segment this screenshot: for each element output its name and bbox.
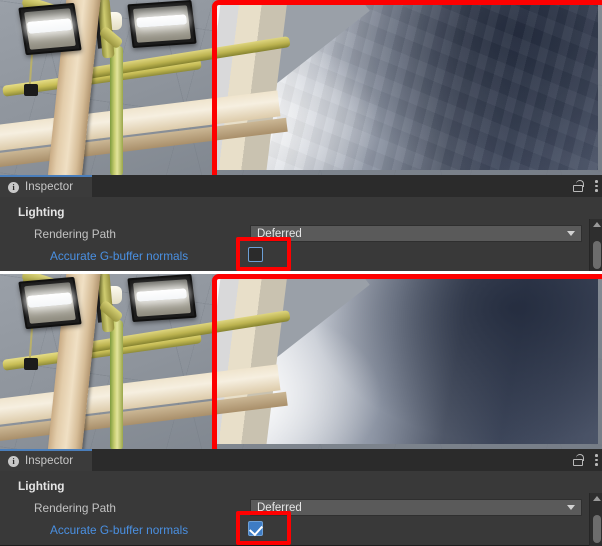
scene-viewport-off[interactable] [0, 0, 602, 175]
kebab-menu-icon[interactable] [595, 454, 598, 466]
inspector-scrollbar[interactable] [589, 493, 602, 546]
inspector-body: Lighting Rendering Path Deferred Accurat… [0, 471, 602, 546]
lighting-section-header: Lighting [0, 201, 602, 223]
lock-open-icon[interactable] [573, 180, 584, 192]
light-small-box [24, 358, 38, 370]
kebab-dot [595, 184, 598, 188]
info-icon: i [8, 181, 19, 193]
tab-inspector[interactable]: i Inspector [0, 175, 92, 197]
accurate-gbuffer-normals-checkbox[interactable] [248, 247, 263, 262]
lock-body [573, 185, 583, 192]
accurate-gbuffer-normals-label: Accurate G-buffer normals [50, 523, 189, 537]
scroll-up-arrow-icon[interactable] [593, 222, 601, 227]
light-fixture-right [127, 0, 197, 49]
row-accurate-gbuffer-normals: Accurate G-buffer normals [0, 245, 602, 267]
inspector-panel-on: i Inspector Lighting Rendering Path Defe… [0, 449, 602, 546]
checkmark-icon [249, 521, 263, 537]
chevron-down-icon [567, 231, 575, 236]
section-title: Lighting [18, 479, 65, 493]
rendering-path-label: Rendering Path [34, 501, 116, 515]
row-rendering-path: Rendering Path Deferred [0, 497, 602, 519]
comparison-block-on: i Inspector Lighting Rendering Path Defe… [0, 274, 602, 546]
dropdown-value: Deferred [257, 501, 302, 514]
rendering-path-dropdown[interactable]: Deferred [250, 225, 582, 242]
inspector-tab-actions [573, 175, 598, 197]
comparison-block-off: i Inspector Lighting Rendering Path Defe… [0, 0, 602, 271]
light-fixture-left [18, 276, 82, 330]
scrollbar-thumb[interactable] [592, 241, 601, 269]
lock-open-icon[interactable] [573, 454, 584, 466]
inspector-panel-off: i Inspector Lighting Rendering Path Defe… [0, 175, 602, 271]
inspector-tab-bar: i Inspector [0, 175, 602, 197]
row-rendering-path: Rendering Path Deferred [0, 223, 602, 245]
kebab-dot [595, 180, 598, 183]
inspector-scrollbar[interactable] [589, 219, 602, 271]
info-icon: i [8, 455, 19, 467]
rendering-path-dropdown[interactable]: Deferred [250, 499, 582, 516]
section-title: Lighting [18, 205, 65, 219]
kebab-dot [595, 463, 598, 466]
accurate-gbuffer-normals-label: Accurate G-buffer normals [50, 249, 189, 263]
lock-body [573, 459, 583, 466]
inspector-body: Lighting Rendering Path Deferred Accurat… [0, 197, 602, 271]
accurate-gbuffer-normals-checkbox[interactable] [248, 521, 263, 537]
kebab-dot [595, 454, 598, 457]
scrollbar-thumb[interactable] [592, 515, 601, 543]
rendering-path-label: Rendering Path [34, 227, 116, 241]
pipe-green-vertical [110, 320, 123, 449]
dropdown-value: Deferred [257, 227, 302, 240]
kebab-dot [595, 189, 598, 192]
scene-viewport-on[interactable] [0, 274, 602, 449]
chevron-down-icon [567, 505, 575, 510]
light-small-box [24, 84, 38, 96]
normals-surface-smooth [216, 278, 598, 444]
tab-inspector[interactable]: i Inspector [0, 449, 92, 471]
inspector-tab-bar: i Inspector [0, 449, 602, 471]
kebab-dot [595, 458, 598, 462]
kebab-menu-icon[interactable] [595, 180, 598, 192]
row-accurate-gbuffer-normals: Accurate G-buffer normals [0, 519, 602, 541]
pipe-green-vertical [110, 46, 123, 175]
light-fixture-right [127, 274, 197, 323]
normals-surface-banded [216, 4, 598, 170]
inspector-tab-actions [573, 449, 598, 471]
screenshot-root: i Inspector Lighting Rendering Path Defe… [0, 0, 602, 546]
tab-label: Inspector [25, 181, 74, 193]
lighting-section-header: Lighting [0, 475, 602, 497]
scroll-up-arrow-icon[interactable] [593, 496, 601, 501]
light-fixture-left [18, 2, 82, 56]
tab-label: Inspector [25, 455, 74, 467]
